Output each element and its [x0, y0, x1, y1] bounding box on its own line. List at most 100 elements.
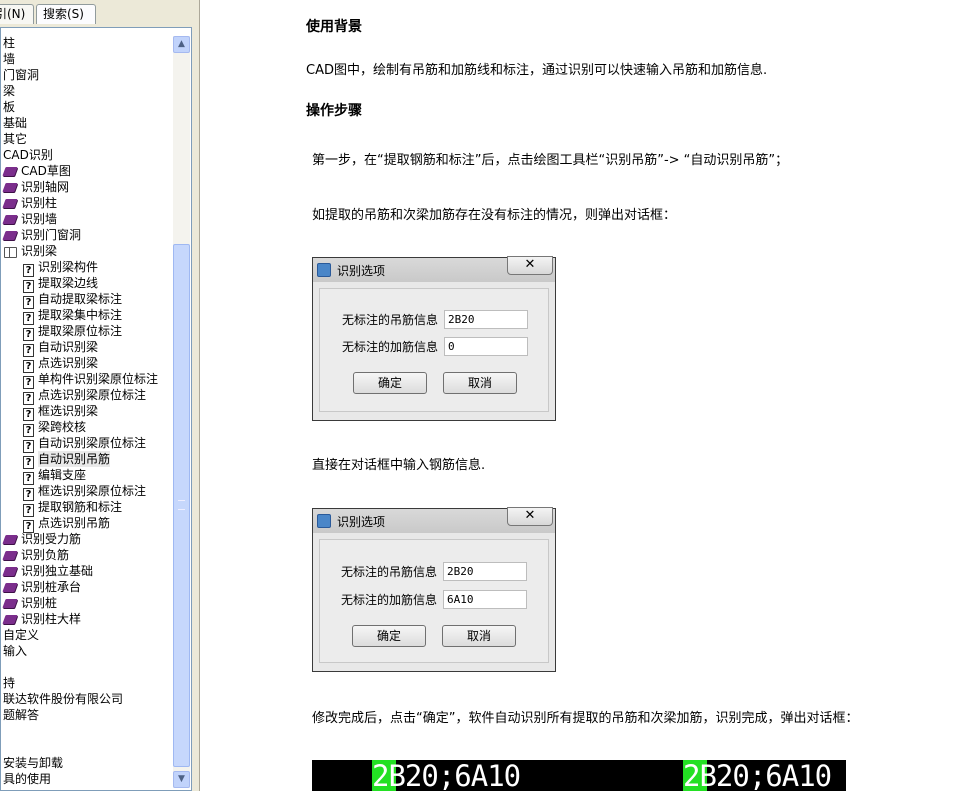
- para-background: CAD图中，绘制有吊筋和加筋线和标注，通过识别可以快速输入吊筋和加筋信息.: [306, 63, 768, 78]
- scrollbar-thumb[interactable]: [173, 244, 190, 767]
- open-book-icon: [3, 245, 17, 258]
- dialog-titlebar: 识别选项 ✕: [313, 256, 555, 282]
- tree-item-label: 联达软件股份有限公司: [3, 692, 124, 706]
- tree-item[interactable]: 识别桩: [3, 595, 57, 611]
- tree-item[interactable]: 板: [3, 99, 15, 115]
- scroll-down-arrow-icon[interactable]: ▼: [173, 771, 190, 788]
- tree-item[interactable]: ? 梁跨校核: [23, 419, 87, 437]
- ok-button[interactable]: 确定: [353, 372, 427, 394]
- tree-item-label: CAD识别: [3, 148, 53, 162]
- tree-item[interactable]: 识别独立基础: [3, 563, 93, 579]
- tree-item[interactable]: ? 提取梁原位标注: [23, 323, 122, 341]
- tree-item[interactable]: ? 点选识别吊筋: [23, 515, 110, 533]
- tree-item-label: 题解答: [3, 708, 40, 722]
- tree-item[interactable]: ? 提取钢筋和标注: [23, 499, 122, 517]
- book-icon: [3, 181, 17, 193]
- tree-item[interactable]: ? 框选识别梁原位标注: [23, 483, 146, 501]
- tree-item[interactable]: ? 提取梁边线: [23, 275, 99, 293]
- tree-item[interactable]: 墙: [3, 51, 15, 67]
- heading-background: 使用背景: [306, 19, 362, 35]
- tree-item-label: 梁: [3, 84, 16, 98]
- book-icon: [3, 549, 17, 561]
- dialog-titlebar: 识别选项 ✕: [313, 507, 555, 533]
- tree-item[interactable]: 自定义: [3, 627, 39, 643]
- para-input-direct: 直接在对话框中输入钢筋信息.: [312, 458, 486, 473]
- scroll-up-arrow-icon[interactable]: ▲: [173, 36, 190, 53]
- tree-item-label: 安装与卸载: [3, 756, 64, 770]
- tree-item-label: 自动提取梁标注: [38, 292, 123, 306]
- help-navigation-pane: 引(N) 搜索(S) 柱墙门窗洞梁板基础 其它 CAD识别 CAD草图 识别轴网 识别柱识…: [0, 0, 200, 791]
- tree-item[interactable]: ? 框选识别梁: [23, 403, 99, 421]
- tree-item[interactable]: ? 自动识别梁: [23, 339, 99, 357]
- tree-item-label: 识别梁: [21, 244, 58, 258]
- extra-rebar-label: 无标注的加筋信息: [341, 593, 438, 607]
- tree-item[interactable]: 题解答: [3, 707, 39, 723]
- hanging-rebar-input[interactable]: 2B20: [443, 562, 527, 581]
- tree-item[interactable]: 联达软件股份有限公司: [3, 691, 123, 707]
- tree-item[interactable]: 识别柱: [3, 195, 57, 211]
- tree-item[interactable]: 安装与卸载: [3, 755, 63, 771]
- dialog-group-box: 无标注的吊筋信息 2B20 无标注的加筋信息 0 确定 取消: [319, 288, 549, 412]
- tree-item-label: 自动识别梁原位标注: [38, 436, 147, 450]
- tree-item[interactable]: 其它: [3, 131, 27, 147]
- tree-item[interactable]: 识别桩承台: [3, 579, 81, 595]
- tree-item-label: 具的使用: [3, 772, 52, 786]
- tree-scrollbar[interactable]: ▲ ▼: [173, 36, 190, 788]
- tree-item-label: 框选识别梁: [38, 404, 99, 418]
- tree-item[interactable]: ? 单构件识别梁原位标注: [23, 371, 158, 389]
- book-icon: [3, 165, 17, 177]
- tree-item[interactable]: ? 编辑支座: [23, 467, 87, 485]
- tree-item[interactable]: ? 自动识别梁原位标注: [23, 435, 147, 453]
- tree-item[interactable]: 识别轴网: [3, 179, 69, 195]
- tree-item-label: 提取梁集中标注: [38, 308, 123, 322]
- tree-item[interactable]: ? 自动识别吊筋: [23, 451, 111, 469]
- dialog-recognition-options-1: 识别选项 ✕ 无标注的吊筋信息 2B20 无标注的加筋信息 0 确定 取消: [312, 256, 556, 421]
- tree-item[interactable]: 柱: [3, 35, 15, 51]
- close-icon[interactable]: ✕: [507, 507, 553, 526]
- tree-item[interactable]: 识别负筋: [3, 547, 69, 563]
- tree-item-label: 持: [3, 676, 16, 690]
- tree-item-label: 点选识别梁: [38, 356, 99, 370]
- tree-item[interactable]: 输入: [3, 643, 27, 659]
- scrollbar-grip-icon: [178, 500, 185, 510]
- cancel-button[interactable]: 取消: [443, 372, 517, 394]
- tree-item[interactable]: ? 点选识别梁原位标注: [23, 387, 146, 405]
- tab-search[interactable]: 搜索(S): [36, 4, 96, 24]
- close-icon[interactable]: ✕: [507, 256, 553, 275]
- tree-item[interactable]: 梁: [3, 83, 15, 99]
- tree-item-label: 墙: [3, 52, 16, 66]
- tree-item[interactable]: CAD识别: [3, 147, 53, 163]
- app-icon: [317, 514, 331, 528]
- tree-item[interactable]: 门窗洞: [3, 67, 39, 83]
- book-icon: [3, 213, 17, 225]
- extra-rebar-input[interactable]: 0: [444, 337, 528, 356]
- tree-item[interactable]: CAD草图: [3, 163, 71, 179]
- tree-item[interactable]: ? 提取梁集中标注: [23, 307, 123, 325]
- tree-item[interactable]: 识别柱大样: [3, 611, 81, 627]
- tree-item-label: 识别受力筋: [21, 532, 82, 546]
- tree-item-label: 识别负筋: [21, 548, 70, 562]
- tree-item-label: 梁跨校核: [38, 420, 87, 434]
- hanging-rebar-input[interactable]: 2B20: [444, 310, 528, 329]
- tree-item[interactable]: 基础: [3, 115, 27, 131]
- tree-item[interactable]: 具的使用: [3, 771, 51, 787]
- extra-rebar-label: 无标注的加筋信息: [342, 340, 439, 354]
- tree-item-label: 编辑支座: [38, 468, 87, 482]
- tab-index[interactable]: 引(N): [0, 4, 34, 24]
- tree-item[interactable]: 识别受力筋: [3, 531, 81, 547]
- tree-item-label: 提取梁边线: [38, 276, 99, 290]
- tree-item[interactable]: ? 自动提取梁标注: [23, 291, 123, 309]
- extra-rebar-input[interactable]: 6A10: [443, 590, 527, 609]
- tree-item[interactable]: ? 点选识别梁: [23, 355, 99, 373]
- tree-item[interactable]: ? 识别梁构件: [23, 259, 98, 277]
- cancel-button[interactable]: 取消: [442, 625, 516, 647]
- tree-item[interactable]: 识别门窗洞: [3, 227, 81, 243]
- tree-item-label: 识别墙: [21, 212, 58, 226]
- tree-item[interactable]: 识别墙: [3, 211, 57, 227]
- ok-button[interactable]: 确定: [352, 625, 426, 647]
- hanging-rebar-label: 无标注的吊筋信息: [342, 313, 439, 327]
- tree-item-label: 基础: [3, 116, 28, 130]
- tree-item-label: 自动识别梁: [38, 340, 99, 354]
- tree-item[interactable]: 识别梁: [3, 243, 57, 259]
- tree-item[interactable]: 持: [3, 675, 15, 691]
